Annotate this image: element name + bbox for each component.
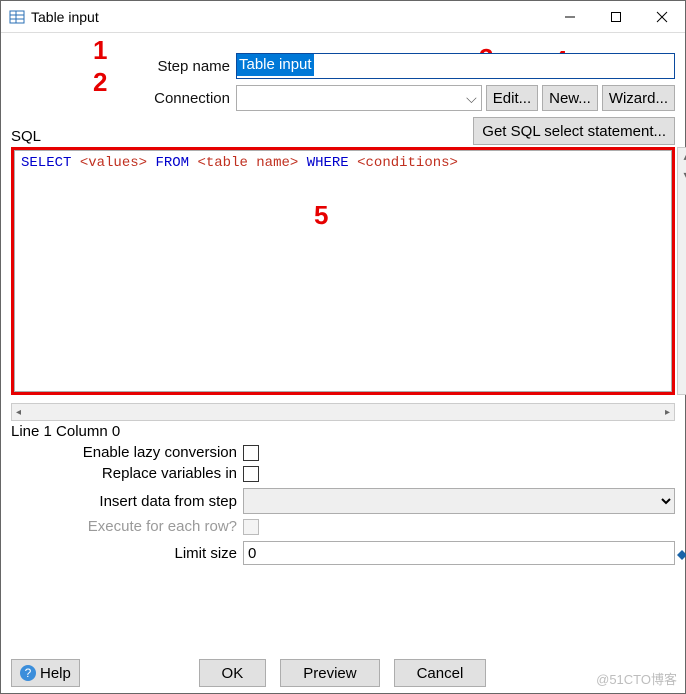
insert-data-select[interactable]: [243, 488, 675, 514]
watermark: @51CTO博客: [596, 669, 677, 688]
window-title: Table input: [31, 9, 547, 25]
wizard-connection-button[interactable]: Wizard...: [602, 85, 675, 111]
scroll-left-icon[interactable]: ◂: [16, 407, 21, 418]
sql-cursor-status: Line 1 Column 0: [11, 423, 675, 440]
cancel-button[interactable]: Cancel: [394, 659, 487, 687]
execute-each-row-checkbox: [243, 519, 259, 535]
step-name-label: Step name: [11, 58, 236, 75]
connection-label: Connection: [11, 90, 236, 107]
limit-size-input[interactable]: [243, 541, 675, 565]
execute-each-row-label: Execute for each row?: [11, 518, 243, 535]
scroll-up-icon[interactable]: ▴: [678, 148, 686, 166]
ok-button[interactable]: OK: [199, 659, 267, 687]
sql-kw-where: WHERE: [307, 155, 349, 171]
variable-diamond-icon: [677, 547, 686, 563]
title-bar: Table input: [1, 1, 685, 33]
sql-editor[interactable]: SELECT <values> FROM <table name> WHERE …: [14, 150, 672, 392]
scroll-down-icon[interactable]: ▾: [678, 166, 686, 184]
step-name-value: Table input: [237, 54, 314, 76]
step-name-input[interactable]: Table input: [236, 53, 675, 79]
sql-editor-highlight: SELECT <values> FROM <table name> WHERE …: [11, 147, 675, 395]
table-input-icon: [9, 9, 25, 25]
preview-button[interactable]: Preview: [280, 659, 379, 687]
help-button[interactable]: ? Help: [11, 659, 80, 687]
replace-variables-label: Replace variables in: [11, 465, 243, 482]
sql-ph-table: <table name>: [197, 155, 298, 171]
scroll-right-icon[interactable]: ▸: [665, 407, 670, 418]
sql-label: SQL: [11, 128, 41, 145]
sql-vertical-scrollbar[interactable]: ▴ ▾: [677, 147, 686, 395]
limit-size-label: Limit size: [11, 545, 243, 562]
dropdown-icon: ⌵: [466, 90, 477, 107]
lazy-conversion-label: Enable lazy conversion: [11, 444, 243, 461]
edit-connection-button[interactable]: Edit...: [486, 85, 538, 111]
get-sql-select-button[interactable]: Get SQL select statement...: [473, 117, 675, 145]
connection-select[interactable]: ⌵: [236, 85, 482, 111]
new-connection-button[interactable]: New...: [542, 85, 598, 111]
minimize-button[interactable]: [547, 1, 593, 33]
close-button[interactable]: [639, 1, 685, 33]
sql-kw-from: FROM: [155, 155, 189, 171]
replace-variables-checkbox[interactable]: [243, 466, 259, 482]
sql-ph-cond: <conditions>: [357, 155, 458, 171]
insert-data-label: Insert data from step: [11, 493, 243, 510]
sql-horizontal-scrollbar[interactable]: ◂ ▸: [11, 403, 675, 421]
maximize-button[interactable]: [593, 1, 639, 33]
sql-kw-select: SELECT: [21, 155, 71, 171]
lazy-conversion-checkbox[interactable]: [243, 445, 259, 461]
help-icon: ?: [20, 665, 36, 681]
help-label: Help: [40, 665, 71, 682]
sql-ph-values: <values>: [80, 155, 147, 171]
